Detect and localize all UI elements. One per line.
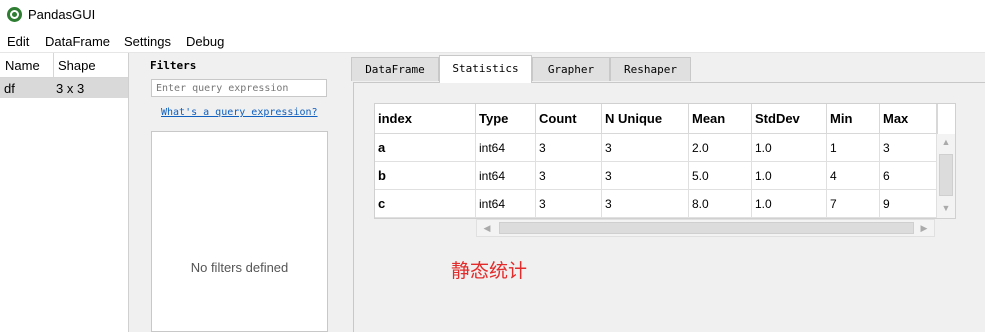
header-index[interactable]: index	[375, 104, 476, 134]
header-max[interactable]: Max	[880, 104, 937, 134]
window-title: PandasGUI	[28, 7, 96, 22]
menu-edit[interactable]: Edit	[7, 34, 29, 49]
table-cell[interactable]: 2.0	[689, 134, 752, 162]
column-header-name[interactable]: Name	[5, 58, 40, 73]
tab-dataframe[interactable]: DataFrame	[351, 57, 439, 81]
filters-panel: Filters What's a query expression? No fi…	[140, 53, 338, 332]
table-cell[interactable]: 1	[827, 134, 880, 162]
dataframe-row-df[interactable]: df 3 x 3	[0, 78, 128, 98]
table-cell[interactable]: 1.0	[752, 134, 827, 162]
table-cell[interactable]: int64	[476, 134, 536, 162]
header-corner	[937, 104, 955, 134]
tab-statistics[interactable]: Statistics	[439, 55, 532, 83]
header-count[interactable]: Count	[536, 104, 602, 134]
table-cell[interactable]: 1.0	[752, 190, 827, 218]
dataframe-shape: 3 x 3	[56, 81, 85, 96]
table-cell[interactable]: int64	[476, 162, 536, 190]
title-bar: PandasGUI	[0, 0, 985, 30]
menu-bar: Edit DataFrame Settings Debug	[0, 30, 985, 53]
dataframe-name: df	[4, 81, 15, 96]
header-stddev[interactable]: StdDev	[752, 104, 827, 134]
tab-reshaper[interactable]: Reshaper	[610, 57, 691, 81]
filter-list: No filters defined	[151, 131, 328, 332]
table-cell[interactable]: 3	[602, 134, 689, 162]
scroll-left-icon[interactable]: ◀	[479, 220, 495, 236]
table-cell[interactable]: 7	[827, 190, 880, 218]
no-filters-message: No filters defined	[190, 260, 289, 275]
vertical-scrollbar[interactable]: ▲ ▼	[937, 134, 955, 218]
dataframe-list-header: Name Shape	[0, 53, 128, 78]
filters-label: Filters	[150, 59, 197, 72]
header-min[interactable]: Min	[827, 104, 880, 134]
column-divider[interactable]	[53, 53, 54, 77]
table-cell[interactable]: 5.0	[689, 162, 752, 190]
table-cell[interactable]: int64	[476, 190, 536, 218]
pandas-app-icon	[7, 7, 22, 22]
table-cell[interactable]: 8.0	[689, 190, 752, 218]
header-mean[interactable]: Mean	[689, 104, 752, 134]
table-cell[interactable]: a	[375, 134, 476, 162]
table-cell[interactable]: 3	[602, 162, 689, 190]
horizontal-scroll-thumb[interactable]	[499, 222, 914, 234]
table-cell[interactable]: 3	[880, 134, 937, 162]
tab-grapher[interactable]: Grapher	[532, 57, 610, 81]
menu-dataframe[interactable]: DataFrame	[45, 34, 110, 49]
scroll-right-icon[interactable]: ▶	[916, 220, 932, 236]
query-help-link[interactable]: What's a query expression?	[161, 107, 318, 118]
horizontal-scrollbar[interactable]: ◀ ▶	[476, 219, 935, 237]
table-cell[interactable]: b	[375, 162, 476, 190]
scroll-down-icon[interactable]: ▼	[938, 200, 954, 216]
table-cell[interactable]: 3	[536, 134, 602, 162]
header-type[interactable]: Type	[476, 104, 536, 134]
column-header-shape[interactable]: Shape	[58, 58, 96, 73]
statistics-table: index Type Count N Unique Mean StdDev Mi…	[374, 103, 956, 219]
header-n-unique[interactable]: N Unique	[602, 104, 689, 134]
table-cell[interactable]: 4	[827, 162, 880, 190]
table-cell[interactable]: 3	[536, 162, 602, 190]
menu-debug[interactable]: Debug	[186, 34, 224, 49]
vertical-scroll-thumb[interactable]	[939, 154, 953, 196]
dataframe-list: Name Shape df 3 x 3	[0, 53, 129, 332]
menu-settings[interactable]: Settings	[124, 34, 171, 49]
table-cell[interactable]: 3	[602, 190, 689, 218]
annotation-label: 静态统计	[451, 260, 528, 282]
query-input[interactable]	[151, 79, 327, 97]
table-cell[interactable]: 3	[536, 190, 602, 218]
table-cell[interactable]: 6	[880, 162, 937, 190]
scroll-up-icon[interactable]: ▲	[938, 134, 954, 150]
table-cell[interactable]: c	[375, 190, 476, 218]
table-cell[interactable]: 1.0	[752, 162, 827, 190]
table-cell[interactable]: 9	[880, 190, 937, 218]
